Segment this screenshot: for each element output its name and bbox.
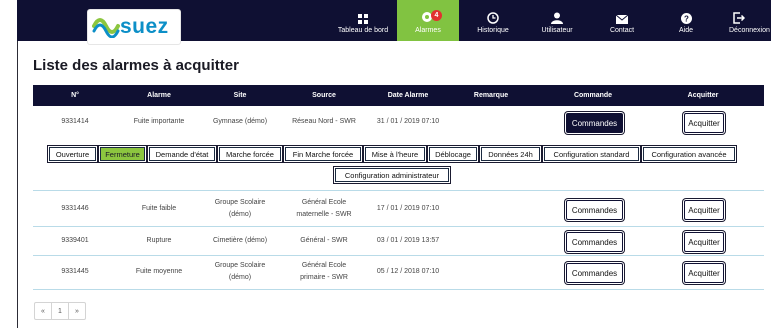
alarm-type: Fuite faible xyxy=(141,205,177,212)
column-header[interactable]: Source xyxy=(312,92,336,99)
nav-label: Tableau de bord xyxy=(337,27,389,34)
commands-button[interactable]: Commandes xyxy=(566,200,623,220)
nav-item-history[interactable]: Historique xyxy=(471,0,515,41)
alarm-count-badge: 4 xyxy=(431,10,442,21)
nav-label: Contact xyxy=(609,27,635,34)
column-header[interactable]: Site xyxy=(234,92,247,99)
table-row: 9331414 Fuite importante Gymnase (démo) … xyxy=(33,106,764,139)
nav-item-contact[interactable]: Contact xyxy=(600,0,644,41)
command-data-24h-button[interactable]: Données 24h xyxy=(481,147,540,161)
column-header[interactable]: Date Alarme xyxy=(388,92,429,99)
column-header[interactable]: N° xyxy=(71,92,79,99)
alarm-site: Cimetière (démo) xyxy=(212,237,268,244)
column-header[interactable]: Acquitter xyxy=(688,92,719,99)
alarm-source: Général - SWR xyxy=(300,237,348,244)
commands-button[interactable]: Commandes xyxy=(566,263,623,283)
brand-name: suez xyxy=(120,15,169,38)
nav-label: Alarmes xyxy=(415,27,441,34)
pagination-page-button[interactable]: 1 xyxy=(52,303,69,319)
nav-label: Historique xyxy=(477,27,509,34)
nav-label: Aide xyxy=(678,27,693,34)
alarm-type: Fuite moyenne xyxy=(135,268,183,275)
alarm-date: 31 / 01 / 2019 07:10 xyxy=(376,118,440,125)
nav-item-logout[interactable]: Déconnexion xyxy=(724,0,771,41)
pagination: « 1 » xyxy=(34,302,86,320)
command-set-time-button[interactable]: Mise à l'heure xyxy=(365,147,425,161)
alarm-site-line2: (démo) xyxy=(228,211,252,218)
page-title: Liste des alarmes à acquitter xyxy=(33,57,239,74)
command-open-button[interactable]: Ouverture xyxy=(49,147,96,161)
user-icon xyxy=(551,4,563,24)
alarm-number: 9331446 xyxy=(61,205,89,212)
pagination-next-button[interactable]: » xyxy=(69,303,85,319)
table-row: 9339401 Rupture Cimetière (démo) Général… xyxy=(33,226,764,256)
column-header[interactable]: Alarme xyxy=(147,92,171,99)
alarm-type: Fuite importante xyxy=(133,118,185,125)
alarm-number: 9331445 xyxy=(61,268,89,275)
command-status-request-button[interactable]: Demande d'état xyxy=(149,147,215,161)
column-header[interactable]: Commande xyxy=(574,92,612,99)
nav-label: Déconnexion xyxy=(729,27,770,34)
alarm-number: 9339401 xyxy=(61,237,89,244)
brand-logo[interactable]: suez xyxy=(88,10,180,44)
command-end-forced-run-button[interactable]: Fin Marche forcée xyxy=(285,147,361,161)
alarm-source: Général Ecole xyxy=(301,262,347,269)
alarm-number: 9331414 xyxy=(61,118,89,125)
suez-wave-icon xyxy=(92,18,120,38)
command-admin-config-button[interactable]: Configuration administrateur xyxy=(335,168,449,182)
alarm-date: 03 / 01 / 2019 13:57 xyxy=(376,237,440,244)
command-panel: Ouverture Fermeture Demande d'état March… xyxy=(33,139,764,190)
command-close-button[interactable]: Fermeture xyxy=(100,147,145,161)
clock-icon xyxy=(487,4,499,24)
nav-item-user[interactable]: Utilisateur xyxy=(535,0,579,41)
commands-button[interactable]: Commandes xyxy=(566,232,623,252)
alarm-site: Groupe Scolaire xyxy=(214,199,266,206)
alarm-site-line2: (démo) xyxy=(228,274,252,281)
alarm-date: 17 / 01 / 2019 07:10 xyxy=(376,205,440,212)
table-row: 9331445 Fuite moyenne Groupe Scolaire (d… xyxy=(33,256,764,290)
nav-item-dashboard[interactable]: Tableau de bord xyxy=(335,0,391,41)
acknowledge-button[interactable]: Acquitter xyxy=(684,232,724,252)
alarm-source-line2: maternelle - SWR xyxy=(296,211,352,218)
table-header: N° Alarme Site Source Date Alarme Remarq… xyxy=(33,85,764,106)
acknowledge-button[interactable]: Acquitter xyxy=(684,263,724,283)
alarm-source: Général Ecole xyxy=(301,199,347,206)
alarm-source-line2: primaire - SWR xyxy=(300,274,348,281)
alarm-source: Réseau Nord - SWR xyxy=(292,118,356,125)
command-standard-config-button[interactable]: Configuration standard xyxy=(544,147,639,161)
commands-button[interactable]: Commandes xyxy=(566,113,623,133)
logout-icon xyxy=(724,4,754,24)
command-unblock-button[interactable]: Déblocage xyxy=(429,147,477,161)
envelope-icon xyxy=(616,4,628,24)
acknowledge-button[interactable]: Acquitter xyxy=(684,113,724,133)
table-row: 9331446 Fuite faible Groupe Scolaire (dé… xyxy=(33,190,764,227)
alarm-type: Rupture xyxy=(146,237,172,244)
alarm-site: Gymnase (démo) xyxy=(212,118,268,125)
nav-label: Utilisateur xyxy=(541,27,573,34)
alarm-date: 05 / 12 / 2018 07:10 xyxy=(376,268,440,275)
dashboard-grid-icon xyxy=(358,4,368,24)
nav-item-alarms[interactable]: 4 Alarmes xyxy=(397,0,459,41)
acknowledge-button[interactable]: Acquitter xyxy=(684,200,724,220)
svg-text:?: ? xyxy=(684,15,689,24)
command-advanced-config-button[interactable]: Configuration avancée xyxy=(643,147,735,161)
alarm-site: Groupe Scolaire xyxy=(214,262,266,269)
pagination-prev-button[interactable]: « xyxy=(35,303,52,319)
help-icon: ? xyxy=(680,4,692,24)
command-forced-run-button[interactable]: Marche forcée xyxy=(219,147,281,161)
nav-item-help[interactable]: ? Aide xyxy=(666,0,706,41)
column-header[interactable]: Remarque xyxy=(474,92,508,99)
